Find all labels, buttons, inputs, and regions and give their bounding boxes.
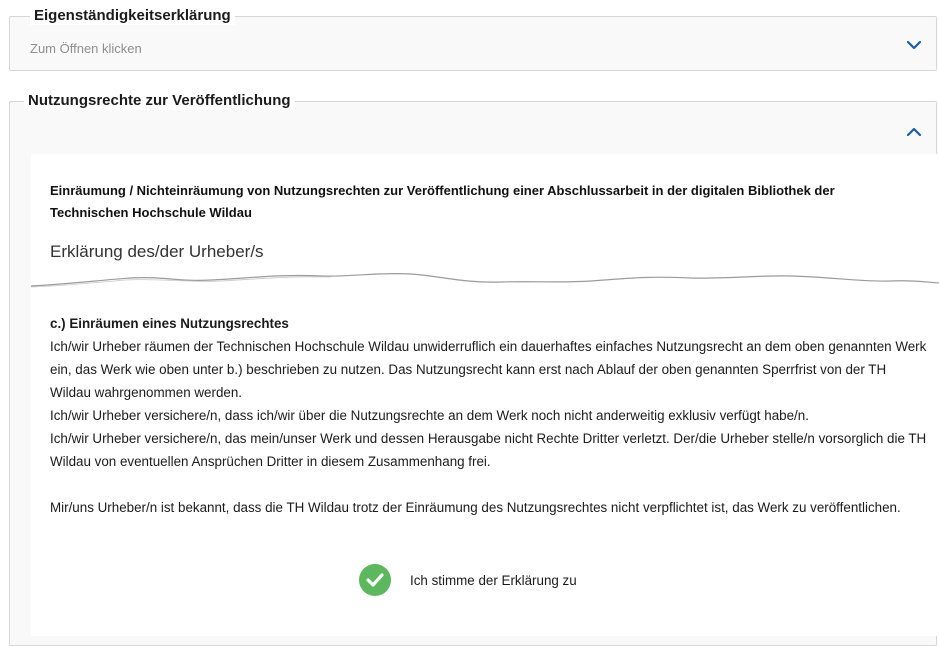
declaration-body: c.) Einräumen eines Nutzungsrechtes Ich/… (50, 312, 930, 519)
paragraph: Mir/uns Urheber/n ist bekannt, dass die … (50, 500, 901, 515)
open-hint: Zum Öffnen klicken (30, 41, 142, 56)
checkmark-icon[interactable] (359, 564, 391, 596)
chevron-down-icon[interactable] (906, 39, 922, 51)
subsection-title: c.) Einräumen eines Nutzungsrechtes (50, 316, 289, 331)
section-eigenstaendigkeitserklaerung[interactable]: Eigenständigkeitserklärung Zum Öffnen kl… (9, 7, 937, 71)
torn-edge-divider (31, 272, 939, 288)
section-nutzungsrechte: Nutzungsrechte zur Veröffentlichung Einr… (9, 92, 939, 646)
declaration-subtitle: Erklärung des/der Urheber/s (50, 242, 264, 261)
paragraph: Ich/wir Urheber räumen der Technischen H… (50, 339, 927, 400)
declaration-panel: Einräumung / Nichteinräumung von Nutzung… (31, 154, 939, 636)
agree-checkbox[interactable]: Ich stimme der Erklärung zu (359, 564, 577, 596)
chevron-up-icon[interactable] (906, 126, 922, 138)
section-title: Nutzungsrechte zur Veröffentlichung (24, 92, 295, 110)
declaration-heading: Einräumung / Nichteinräumung von Nutzung… (50, 183, 835, 220)
agree-label: Ich stimme der Erklärung zu (410, 572, 577, 588)
paragraph: Ich/wir Urheber versichere/n, das mein/u… (50, 431, 927, 469)
paragraph: Ich/wir Urheber versichere/n, dass ich/w… (50, 408, 809, 423)
section-title: Eigenständigkeitserklärung (30, 7, 235, 25)
